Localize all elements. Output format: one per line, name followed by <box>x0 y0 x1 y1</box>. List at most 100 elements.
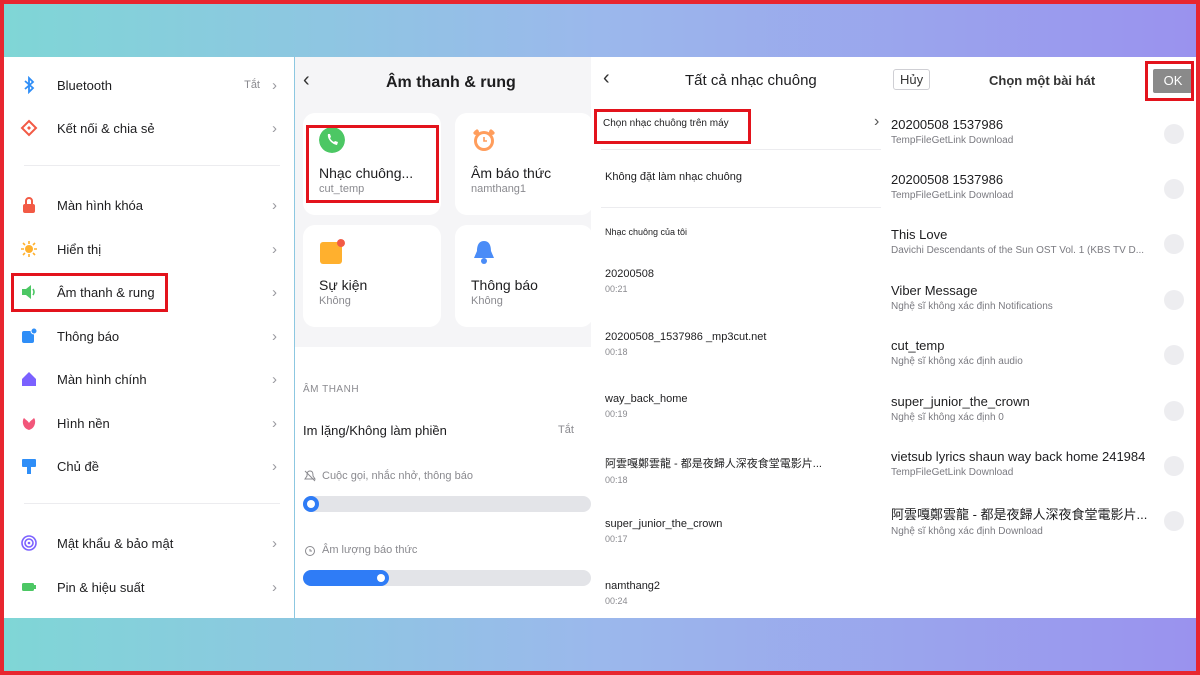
settings-item-label: Pin & hiệu suất <box>57 579 145 595</box>
song-subtitle: Nghệ sĩ không xác định 0 <box>891 412 1004 423</box>
brightness-icon <box>21 241 37 257</box>
card-subtitle: Không <box>471 295 503 307</box>
settings-item-connection[interactable]: Kết nối & chia sẻ › <box>4 108 294 148</box>
chevron-right-icon: › <box>272 119 277 137</box>
radio-button[interactable] <box>1164 456 1184 476</box>
chevron-right-icon: › <box>272 578 277 596</box>
silent-mode-label[interactable]: Im lặng/Không làm phiền <box>303 423 447 438</box>
connection-icon <box>20 119 38 137</box>
back-arrow-icon[interactable]: ‹ <box>303 69 310 92</box>
settings-item-label: Màn hình chính <box>57 371 147 387</box>
divider <box>24 503 280 504</box>
settings-item-security[interactable]: Mật khẩu & bảo mật › <box>4 523 294 563</box>
list-item[interactable]: 20200508 00:21 <box>605 268 865 294</box>
ringtone-duration: 00:19 <box>605 409 628 419</box>
card-alarm[interactable]: Âm báo thức namthang1 <box>455 113 591 215</box>
radio-button[interactable] <box>1164 124 1184 144</box>
settings-item-label: Hình nền <box>57 415 110 431</box>
calendar-icon <box>320 239 345 264</box>
notification-icon <box>22 327 38 343</box>
list-item[interactable]: vietsub lyrics shaun way back home 24198… <box>891 449 1186 499</box>
settings-item-wallpaper[interactable]: Hình nền › <box>4 403 294 443</box>
list-item[interactable]: way_back_home 00:19 <box>605 393 865 419</box>
settings-item-display[interactable]: Hiển thị › <box>4 229 294 269</box>
list-item[interactable]: cut_temp Nghệ sĩ không xác định audio <box>891 338 1186 388</box>
ringtone-duration: 00:24 <box>605 596 628 606</box>
card-subtitle: namthang1 <box>471 183 527 195</box>
ringtone-duration: 00:18 <box>605 475 628 485</box>
chevron-right-icon: › <box>272 76 277 94</box>
settings-item-label: Bluetooth <box>57 77 112 93</box>
song-title: 20200508 1537986 <box>891 172 1004 187</box>
list-item[interactable]: 20200508_1537986 _mp3cut.net 00:18 <box>605 331 865 357</box>
radio-button[interactable] <box>1164 290 1184 310</box>
settings-panel: Bluetooth Tắt › Kết nối & chia sẻ › Màn … <box>4 57 294 618</box>
chevron-right-icon: › <box>272 457 277 475</box>
settings-item-battery[interactable]: Pin & hiệu suất › <box>4 567 294 607</box>
ringtone-list-panel: ‹ Tất cả nhạc chuông Chọn nhạc chuông tr… <box>591 57 881 618</box>
settings-item-themes[interactable]: Chủ đề › <box>4 446 294 486</box>
radio-button[interactable] <box>1164 345 1184 365</box>
bell-icon <box>474 241 494 264</box>
song-title: super_junior_the_crown <box>891 394 1030 409</box>
page-title: Tất cả nhạc chuông <box>685 72 817 89</box>
my-ringtones-heading: Nhạc chuông của tôi <box>605 227 688 237</box>
song-subtitle: Nghệ sĩ không xác định Download <box>891 526 1043 537</box>
alarm-volume-knob[interactable] <box>377 574 385 582</box>
alarm-volume-slider[interactable] <box>303 570 591 586</box>
alarm-clock-icon <box>305 546 315 556</box>
no-ringtone-option[interactable]: Không đặt làm nhạc chuông <box>605 171 742 183</box>
chevron-right-icon: › <box>272 414 277 432</box>
ring-volume-knob[interactable] <box>307 500 315 508</box>
settings-item-lockscreen[interactable]: Màn hình khóa › <box>4 185 294 225</box>
song-title: 阿雲嘎鄭雲龍 - 都是夜歸人深夜食堂電影片... <box>891 507 1148 522</box>
highlight-box <box>1145 61 1194 101</box>
section-heading: ÂM THANH <box>303 384 360 395</box>
brush-icon <box>22 459 36 474</box>
song-title: vietsub lyrics shaun way back home 24198… <box>891 449 1146 464</box>
settings-item-homescreen[interactable]: Màn hình chính › <box>4 359 294 399</box>
ring-volume-slider[interactable] <box>303 496 591 512</box>
radio-button[interactable] <box>1164 179 1184 199</box>
list-item[interactable]: super_junior_the_crown 00:17 <box>605 518 865 544</box>
sound-settings-panel: ‹ Âm thanh & rung Nhạc chuông... cut_tem… <box>295 57 591 618</box>
silent-mode-value: Tắt <box>558 424 574 436</box>
list-item[interactable]: 20200508 1537986 TempFileGetLink Downloa… <box>891 172 1186 222</box>
list-item[interactable]: 阿雲嘎鄭雲龍 - 都是夜歸人深夜食堂電影片... 00:18 <box>605 455 865 485</box>
list-item[interactable]: 阿雲嘎鄭雲龍 - 都是夜歸人深夜食堂電影片... Nghệ sĩ không x… <box>891 504 1186 554</box>
chevron-right-icon: › <box>272 240 277 258</box>
divider <box>24 165 280 166</box>
card-event[interactable]: Sự kiện Không <box>303 225 441 327</box>
list-item[interactable]: super_junior_the_crown Nghệ sĩ không xác… <box>891 394 1186 444</box>
card-title: Thông báo <box>471 277 538 293</box>
back-arrow-icon[interactable]: ‹ <box>603 67 610 90</box>
lock-icon <box>23 197 35 213</box>
battery-icon <box>22 583 36 591</box>
bell-muted-icon <box>304 470 316 482</box>
song-subtitle: TempFileGetLink Download <box>891 190 1014 201</box>
ringtone-name: 20200508_1537986 _mp3cut.net <box>605 331 767 343</box>
settings-item-label: Màn hình khóa <box>57 197 144 213</box>
list-item[interactable]: Viber Message Nghệ sĩ không xác định Not… <box>891 283 1186 333</box>
list-item[interactable]: namthang2 00:24 <box>605 580 865 606</box>
chevron-right-icon: › <box>272 196 277 214</box>
settings-item-bluetooth[interactable]: Bluetooth Tắt › <box>4 65 294 105</box>
ringtone-name: super_junior_the_crown <box>605 518 723 530</box>
ringtone-name: way_back_home <box>605 393 688 405</box>
song-title: 20200508 1537986 <box>891 117 1004 132</box>
list-item[interactable]: 20200508 1537986 TempFileGetLink Downloa… <box>891 117 1186 167</box>
radio-button[interactable] <box>1164 511 1184 531</box>
highlight-box <box>306 125 439 203</box>
card-notification[interactable]: Thông báo Không <box>455 225 591 327</box>
list-item[interactable]: This Love Davichi Descendants of the Sun… <box>891 227 1186 277</box>
radio-button[interactable] <box>1164 401 1184 421</box>
card-title: Âm báo thức <box>471 165 552 181</box>
song-picker-panel: Hủy Chọn một bài hát OK 20200508 1537986… <box>881 57 1196 618</box>
radio-button[interactable] <box>1164 234 1184 254</box>
highlight-box <box>594 109 751 144</box>
settings-item-label: Mật khẩu & bảo mật <box>57 535 174 551</box>
cancel-button[interactable]: Hủy <box>893 69 931 90</box>
alarm-icon <box>473 129 495 151</box>
ringtone-name: namthang2 <box>605 580 661 592</box>
settings-item-notifications[interactable]: Thông báo › <box>4 316 294 356</box>
